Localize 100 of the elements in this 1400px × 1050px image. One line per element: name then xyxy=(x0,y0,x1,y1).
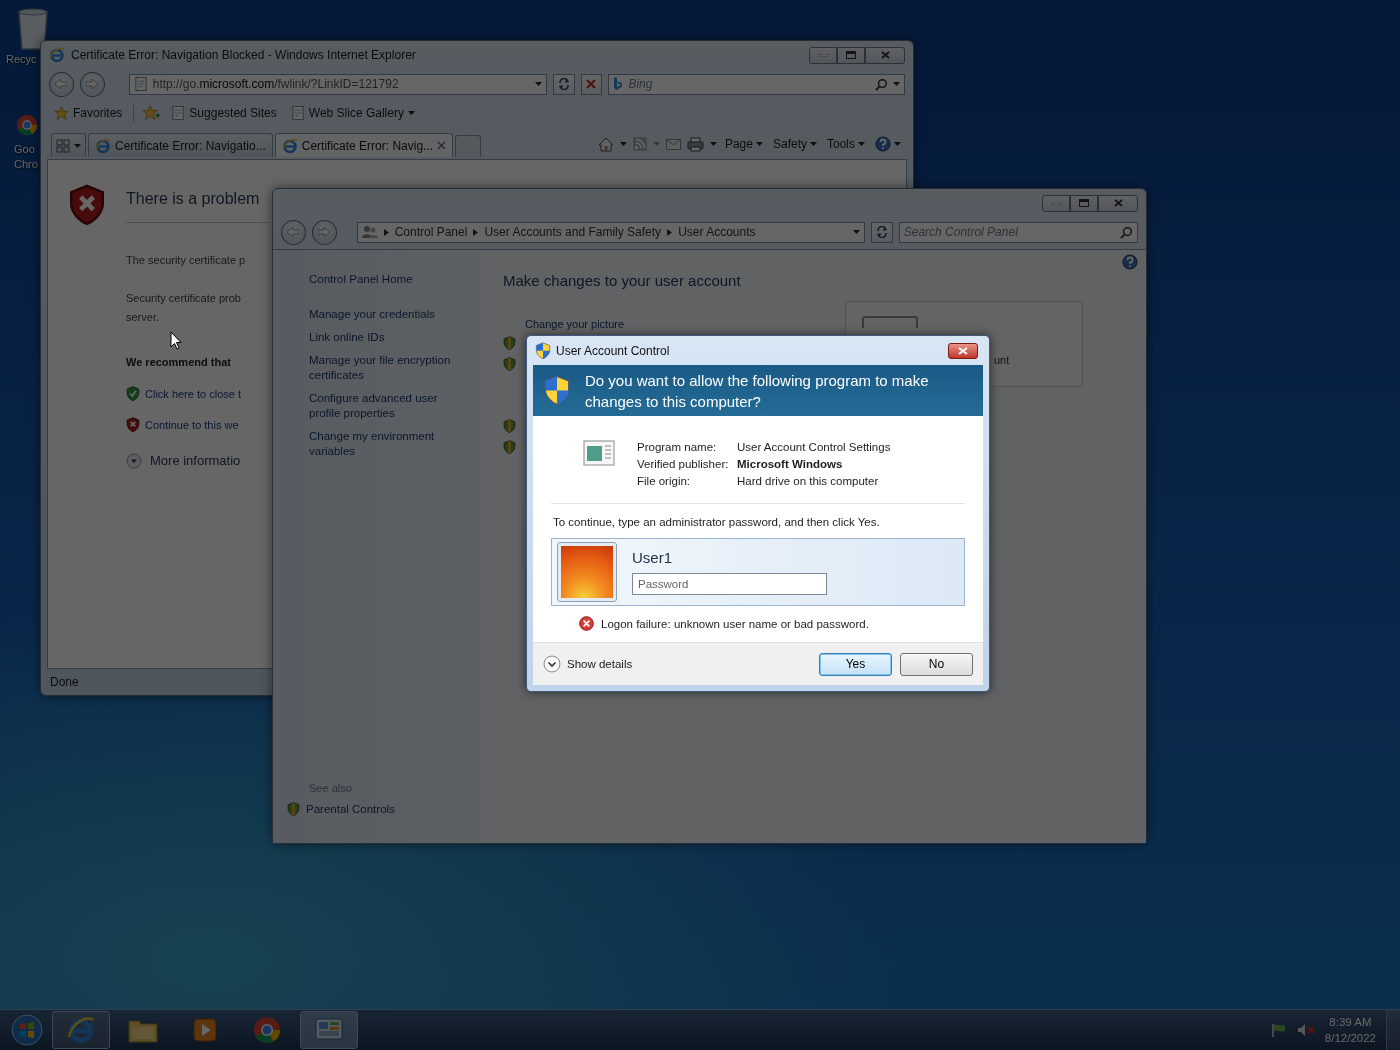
chevron-down-icon xyxy=(543,655,561,673)
maximize-button[interactable] xyxy=(1070,194,1098,212)
dialog-button[interactable]: No xyxy=(900,652,973,676)
caret-icon xyxy=(652,142,660,146)
clock[interactable]: 8:39 AM 8/12/2022 xyxy=(1324,1014,1376,1046)
error-message: Logon failure: unknown user name or bad password. xyxy=(601,617,869,630)
user-picture xyxy=(558,543,616,601)
caret-icon xyxy=(534,82,542,86)
sidebar-link[interactable]: Manage your file encryption certificates xyxy=(309,353,467,383)
show-details-button[interactable]: Show details xyxy=(543,655,633,673)
back-button[interactable] xyxy=(49,71,74,97)
close-icon xyxy=(586,79,597,89)
users-icon xyxy=(361,225,378,239)
forward-button[interactable] xyxy=(79,71,105,97)
password-field[interactable]: Password xyxy=(632,573,827,595)
command-menu[interactable]: Safety xyxy=(770,135,819,153)
browser-tab[interactable]: Certificate Error: Navigatio... xyxy=(88,133,273,157)
shield-icon xyxy=(503,418,516,433)
taskbar-button[interactable] xyxy=(300,1011,358,1049)
detail-label: File origin: xyxy=(637,474,692,489)
ie-icon xyxy=(67,1016,95,1044)
windows-logo-icon xyxy=(11,1014,43,1046)
favorites-button[interactable]: Favorites xyxy=(51,103,126,123)
desktop-icon-label[interactable]: Recyc xyxy=(6,52,37,67)
folder-icon xyxy=(128,1017,158,1043)
taskbar-button[interactable] xyxy=(52,1011,110,1049)
command-menu[interactable]: Page xyxy=(722,135,765,153)
browser-tab[interactable]: Certificate Error: Navig... xyxy=(274,133,454,157)
back-button[interactable] xyxy=(281,219,306,245)
page-icon xyxy=(171,105,186,121)
printer-icon[interactable] xyxy=(686,136,704,152)
change-picture-link[interactable]: Change your picture xyxy=(525,317,625,332)
close-icon xyxy=(1113,199,1123,207)
maximize-button[interactable] xyxy=(837,46,865,64)
chrome-icon xyxy=(16,114,38,136)
caret-icon xyxy=(619,142,627,146)
sidebar-link[interactable]: Configure advanced user profile properties xyxy=(309,391,467,421)
minimize-button[interactable] xyxy=(1042,194,1070,212)
error-icon xyxy=(579,616,594,631)
breadcrumb-bar[interactable]: Control Panel User Accounts and Family Safety User Accounts xyxy=(356,221,865,243)
add-favorite-icon[interactable] xyxy=(142,105,161,121)
arrow-right-icon xyxy=(383,228,389,236)
refresh-button[interactable] xyxy=(552,73,575,95)
sidebar-link[interactable]: Manage your credentials xyxy=(309,307,435,322)
error-paragraph: The security certificate p xyxy=(126,253,246,268)
stop-button[interactable] xyxy=(580,73,603,95)
status-text: Done xyxy=(50,675,79,689)
new-tab-button[interactable] xyxy=(455,135,482,157)
recommendation-text: We recommend that xyxy=(126,356,231,368)
sidebar-link[interactable]: Change my environment variables xyxy=(309,429,467,459)
sidebar-link[interactable]: Link online IDs xyxy=(309,330,385,345)
favorites-link[interactable]: Web Slice Gallery xyxy=(287,103,418,123)
flag-icon[interactable] xyxy=(1270,1023,1287,1037)
close-icon xyxy=(437,141,447,150)
forward-button[interactable] xyxy=(311,219,337,245)
speaker-icon[interactable] xyxy=(1296,1023,1315,1037)
help-icon xyxy=(875,136,891,152)
caret-icon xyxy=(852,230,860,234)
close-icon xyxy=(958,346,968,355)
refresh-button[interactable] xyxy=(870,221,893,243)
more-information-link[interactable]: More informatio xyxy=(126,452,241,469)
desktop-icon-label[interactable]: Goo Chro xyxy=(14,142,38,172)
command-menu[interactable]: Tools xyxy=(825,135,867,153)
address-field[interactable]: http://go.microsoft.com/fwlink/?LinkID=121792 xyxy=(128,73,547,95)
breadcrumb-item[interactable]: User Accounts xyxy=(678,225,756,239)
maximize-icon xyxy=(1079,199,1089,207)
sidebar-link[interactable]: Parental Controls xyxy=(306,802,395,817)
search-icon xyxy=(874,77,888,91)
option-link[interactable]: Click here to close t xyxy=(126,386,241,402)
envelope-icon[interactable] xyxy=(665,138,681,150)
caret-icon xyxy=(74,143,81,148)
caret-icon xyxy=(709,142,717,146)
sidebar-link[interactable]: Control Panel Home xyxy=(309,272,413,287)
caret-icon xyxy=(407,111,415,115)
help-icon[interactable] xyxy=(1122,254,1138,270)
breadcrumb-item[interactable]: Control Panel xyxy=(394,225,468,239)
search-field[interactable]: Bing xyxy=(608,73,905,95)
quick-tabs-button[interactable] xyxy=(51,133,86,157)
error-heading: There is a problem xyxy=(126,190,260,208)
arrow-right-icon xyxy=(667,228,673,236)
home-icon[interactable] xyxy=(597,136,614,152)
refresh-icon xyxy=(875,226,888,238)
breadcrumb-item[interactable]: User Accounts and Family Safety xyxy=(484,225,662,239)
instruction-text: To continue, type an administrator password, and then click Yes. xyxy=(553,516,881,528)
caret-icon xyxy=(755,142,763,146)
dialog-button[interactable]: Yes xyxy=(819,652,892,676)
favorites-link[interactable]: Suggested Sites xyxy=(168,103,280,123)
grid-icon xyxy=(56,138,70,153)
feed-icon[interactable] xyxy=(632,137,647,151)
help-menu[interactable] xyxy=(873,134,903,154)
search-field[interactable]: Search Control Panel xyxy=(898,221,1138,243)
option-link[interactable]: Continue to this we xyxy=(126,417,239,433)
close-button[interactable] xyxy=(948,342,978,359)
refresh-icon xyxy=(557,78,570,90)
show-desktop-button[interactable] xyxy=(1386,1010,1400,1050)
minimize-button[interactable] xyxy=(809,46,837,64)
detail-value: Hard drive on this computer xyxy=(737,474,880,489)
error-paragraph: Security certificate prob server. xyxy=(126,291,241,325)
page-heading: Make changes to your user account xyxy=(503,272,741,289)
ie-icon xyxy=(281,137,298,154)
